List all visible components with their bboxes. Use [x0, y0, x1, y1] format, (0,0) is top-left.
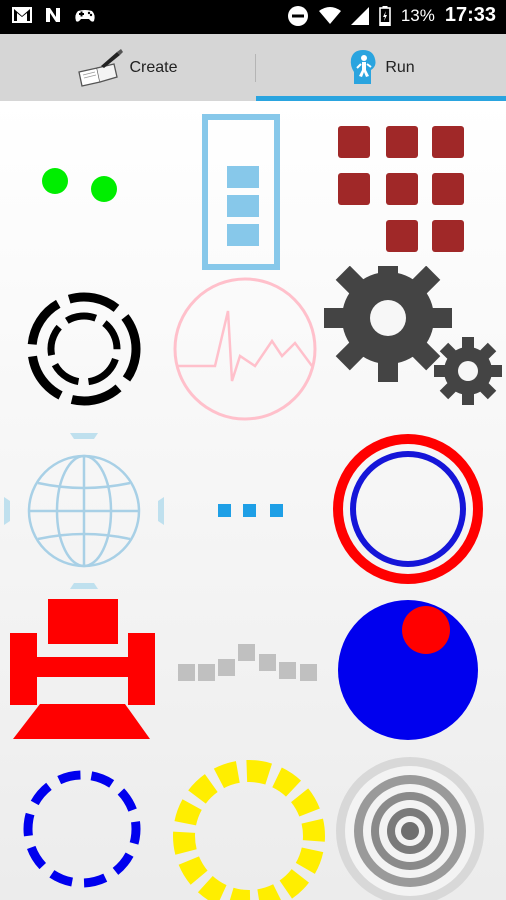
- blue-red-circle-icon[interactable]: [336, 596, 486, 746]
- battery-percent: 13%: [400, 5, 435, 25]
- tab-create[interactable]: Create: [0, 34, 255, 101]
- gray-target-icon[interactable]: [330, 751, 500, 900]
- animation-grid: [0, 101, 506, 900]
- clock: 17:33: [444, 4, 496, 26]
- red-squares-grid-icon[interactable]: [338, 121, 506, 261]
- dashed-ring-black-icon[interactable]: [0, 271, 168, 426]
- gamepad-icon: [74, 6, 96, 24]
- globe-icon[interactable]: [0, 431, 168, 591]
- wifi-icon: [318, 6, 341, 25]
- blue-dashed-ring-icon[interactable]: [10, 761, 160, 896]
- blue-dots-loader-icon[interactable]: [200, 496, 300, 526]
- gray-wave-bars-icon[interactable]: [175, 641, 325, 686]
- red-hammer-shape-icon[interactable]: [10, 599, 155, 741]
- yellow-sun-ring-icon[interactable]: [165, 746, 335, 900]
- signal-icon: [350, 6, 369, 25]
- runner-head-icon: [347, 48, 379, 88]
- tab-bar: Create Run: [0, 34, 506, 101]
- n-app-icon: [44, 6, 62, 24]
- two-green-dots-icon[interactable]: [0, 121, 168, 271]
- red-blue-ring-icon[interactable]: [330, 431, 490, 591]
- tab-create-label: Create: [129, 58, 178, 76]
- gmail-icon: [12, 7, 32, 23]
- blue-progress-bar-icon[interactable]: [170, 111, 338, 271]
- heartbeat-circle-icon[interactable]: [170, 271, 320, 426]
- tab-run[interactable]: Run: [256, 34, 506, 101]
- tab-run-label: Run: [385, 58, 415, 76]
- status-bar: 13% 17:33: [0, 0, 506, 34]
- book-pen-icon: [77, 48, 124, 88]
- gears-icon[interactable]: [320, 266, 506, 416]
- battery-charging-icon: [379, 5, 391, 26]
- do-not-disturb-icon: [287, 5, 309, 27]
